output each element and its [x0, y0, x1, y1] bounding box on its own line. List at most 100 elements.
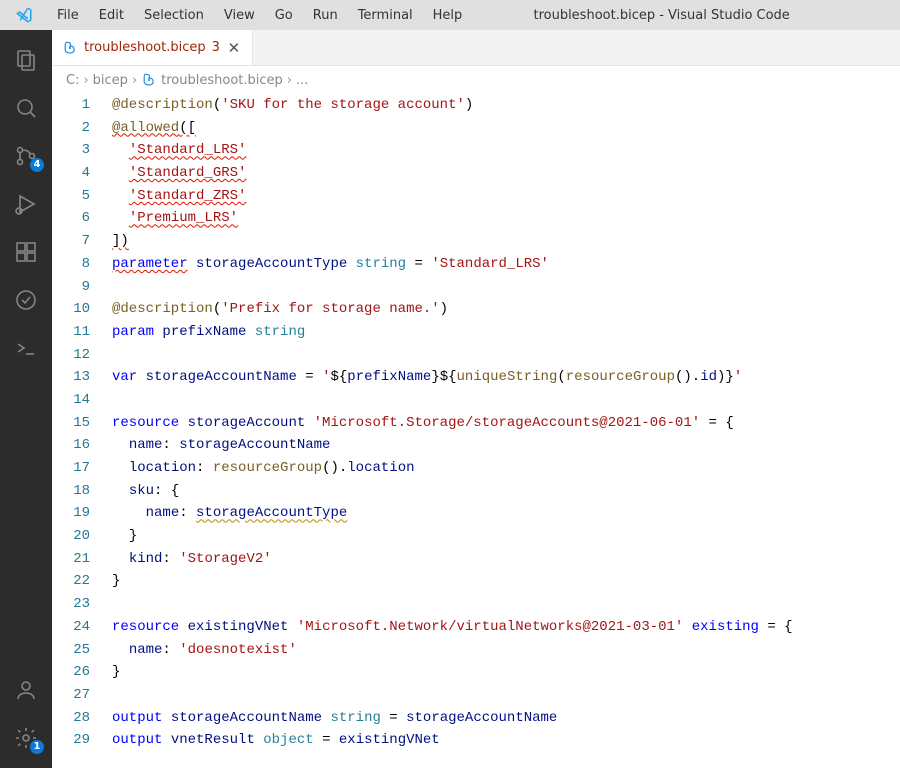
code-line[interactable]: 19 name: storageAccountType: [52, 502, 900, 525]
code-line[interactable]: 17 location: resourceGroup().location: [52, 457, 900, 480]
code-content[interactable]: @description('Prefix for storage name.'): [108, 298, 900, 321]
code-content[interactable]: 'Standard_LRS': [108, 139, 900, 162]
code-line[interactable]: 26}: [52, 661, 900, 684]
code-line[interactable]: 11param prefixName string: [52, 321, 900, 344]
line-number: 22: [52, 570, 108, 593]
line-number: 16: [52, 434, 108, 457]
code-line[interactable]: 12: [52, 344, 900, 367]
line-number: 4: [52, 162, 108, 185]
code-line[interactable]: 28output storageAccountName string = sto…: [52, 707, 900, 730]
source-control-icon[interactable]: 4: [0, 134, 52, 178]
code-content[interactable]: location: resourceGroup().location: [108, 457, 900, 480]
menu-terminal[interactable]: Terminal: [349, 4, 422, 27]
code-content[interactable]: 'Standard_GRS': [108, 162, 900, 185]
code-line[interactable]: 13var storageAccountName = '${prefixName…: [52, 366, 900, 389]
menu-selection[interactable]: Selection: [135, 4, 213, 27]
menu-file[interactable]: File: [48, 4, 88, 27]
menubar: File Edit Selection View Go Run Terminal…: [48, 4, 471, 27]
explorer-icon[interactable]: [0, 38, 52, 82]
editor-area: troubleshoot.bicep 3 ✕ C: › bicep › trou…: [52, 30, 900, 768]
code-content[interactable]: resource storageAccount 'Microsoft.Stora…: [108, 412, 900, 435]
line-number: 7: [52, 230, 108, 253]
code-line[interactable]: 14: [52, 389, 900, 412]
run-debug-icon[interactable]: [0, 182, 52, 226]
code-line[interactable]: 23: [52, 593, 900, 616]
line-number: 14: [52, 389, 108, 412]
tab-troubleshoot[interactable]: troubleshoot.bicep 3 ✕: [52, 30, 253, 65]
menu-go[interactable]: Go: [266, 4, 302, 27]
line-number: 15: [52, 412, 108, 435]
code-content[interactable]: }: [108, 661, 900, 684]
test-explorer-icon[interactable]: [0, 278, 52, 322]
code-line[interactable]: 7]): [52, 230, 900, 253]
line-number: 26: [52, 661, 108, 684]
accounts-icon[interactable]: [0, 668, 52, 712]
code-content[interactable]: sku: {: [108, 480, 900, 503]
line-number: 2: [52, 117, 108, 140]
code-content[interactable]: parameter storageAccountType string = 'S…: [108, 253, 900, 276]
code-content[interactable]: name: storageAccountType: [108, 502, 900, 525]
menu-edit[interactable]: Edit: [90, 4, 133, 27]
code-line[interactable]: 21 kind: 'StorageV2': [52, 548, 900, 571]
line-number: 27: [52, 684, 108, 707]
search-icon[interactable]: [0, 86, 52, 130]
code-content[interactable]: @allowed([: [108, 117, 900, 140]
code-line[interactable]: 24resource existingVNet 'Microsoft.Netwo…: [52, 616, 900, 639]
menu-run[interactable]: Run: [304, 4, 347, 27]
tab-close-icon[interactable]: ✕: [226, 40, 242, 56]
code-line[interactable]: 2@allowed([: [52, 117, 900, 140]
code-line[interactable]: 8parameter storageAccountType string = '…: [52, 253, 900, 276]
code-line[interactable]: 10@description('Prefix for storage name.…: [52, 298, 900, 321]
code-content[interactable]: @description('SKU for the storage accoun…: [108, 94, 900, 117]
code-content[interactable]: var storageAccountName = '${prefixName}$…: [108, 366, 900, 389]
code-line[interactable]: 25 name: 'doesnotexist': [52, 639, 900, 662]
breadcrumb-part[interactable]: C:: [66, 73, 79, 88]
breadcrumb-part[interactable]: bicep: [93, 73, 128, 88]
line-number: 29: [52, 729, 108, 752]
line-number: 13: [52, 366, 108, 389]
code-content[interactable]: name: storageAccountName: [108, 434, 900, 457]
line-number: 23: [52, 593, 108, 616]
code-line[interactable]: 22}: [52, 570, 900, 593]
code-line[interactable]: 5 'Standard_ZRS': [52, 185, 900, 208]
code-content[interactable]: 'Standard_ZRS': [108, 185, 900, 208]
breadcrumb-part[interactable]: troubleshoot.bicep: [161, 73, 283, 88]
line-number: 1: [52, 94, 108, 117]
chevron-right-icon: ›: [83, 73, 88, 88]
code-content[interactable]: }: [108, 525, 900, 548]
bicep-file-icon: [141, 72, 157, 88]
code-line[interactable]: 1@description('SKU for the storage accou…: [52, 94, 900, 117]
code-line[interactable]: 16 name: storageAccountName: [52, 434, 900, 457]
code-content[interactable]: output storageAccountName string = stora…: [108, 707, 900, 730]
line-number: 25: [52, 639, 108, 662]
extensions-icon[interactable]: [0, 230, 52, 274]
breadcrumbs[interactable]: C: › bicep › troubleshoot.bicep › ...: [52, 66, 900, 94]
code-line[interactable]: 6 'Premium_LRS': [52, 207, 900, 230]
code-content[interactable]: param prefixName string: [108, 321, 900, 344]
code-content[interactable]: 'Premium_LRS': [108, 207, 900, 230]
settings-gear-icon[interactable]: 1: [0, 716, 52, 760]
breadcrumb-overflow[interactable]: ...: [296, 73, 308, 88]
line-number: 6: [52, 207, 108, 230]
titlebar: File Edit Selection View Go Run Terminal…: [0, 0, 900, 30]
remote-icon[interactable]: [0, 326, 52, 370]
code-content[interactable]: output vnetResult object = existingVNet: [108, 729, 900, 752]
code-line[interactable]: 3 'Standard_LRS': [52, 139, 900, 162]
code-content[interactable]: kind: 'StorageV2': [108, 548, 900, 571]
code-line[interactable]: 18 sku: {: [52, 480, 900, 503]
code-line[interactable]: 15resource storageAccount 'Microsoft.Sto…: [52, 412, 900, 435]
code-line[interactable]: 27: [52, 684, 900, 707]
line-number: 9: [52, 276, 108, 299]
menu-help[interactable]: Help: [424, 4, 472, 27]
menu-view[interactable]: View: [215, 4, 264, 27]
code-content[interactable]: name: 'doesnotexist': [108, 639, 900, 662]
code-content[interactable]: resource existingVNet 'Microsoft.Network…: [108, 616, 900, 639]
code-line[interactable]: 29output vnetResult object = existingVNe…: [52, 729, 900, 752]
code-content[interactable]: ]): [108, 230, 900, 253]
code-line[interactable]: 20 }: [52, 525, 900, 548]
code-content[interactable]: }: [108, 570, 900, 593]
tab-bar: troubleshoot.bicep 3 ✕: [52, 30, 900, 66]
code-editor[interactable]: 1@description('SKU for the storage accou…: [52, 94, 900, 768]
code-line[interactable]: 9: [52, 276, 900, 299]
code-line[interactable]: 4 'Standard_GRS': [52, 162, 900, 185]
